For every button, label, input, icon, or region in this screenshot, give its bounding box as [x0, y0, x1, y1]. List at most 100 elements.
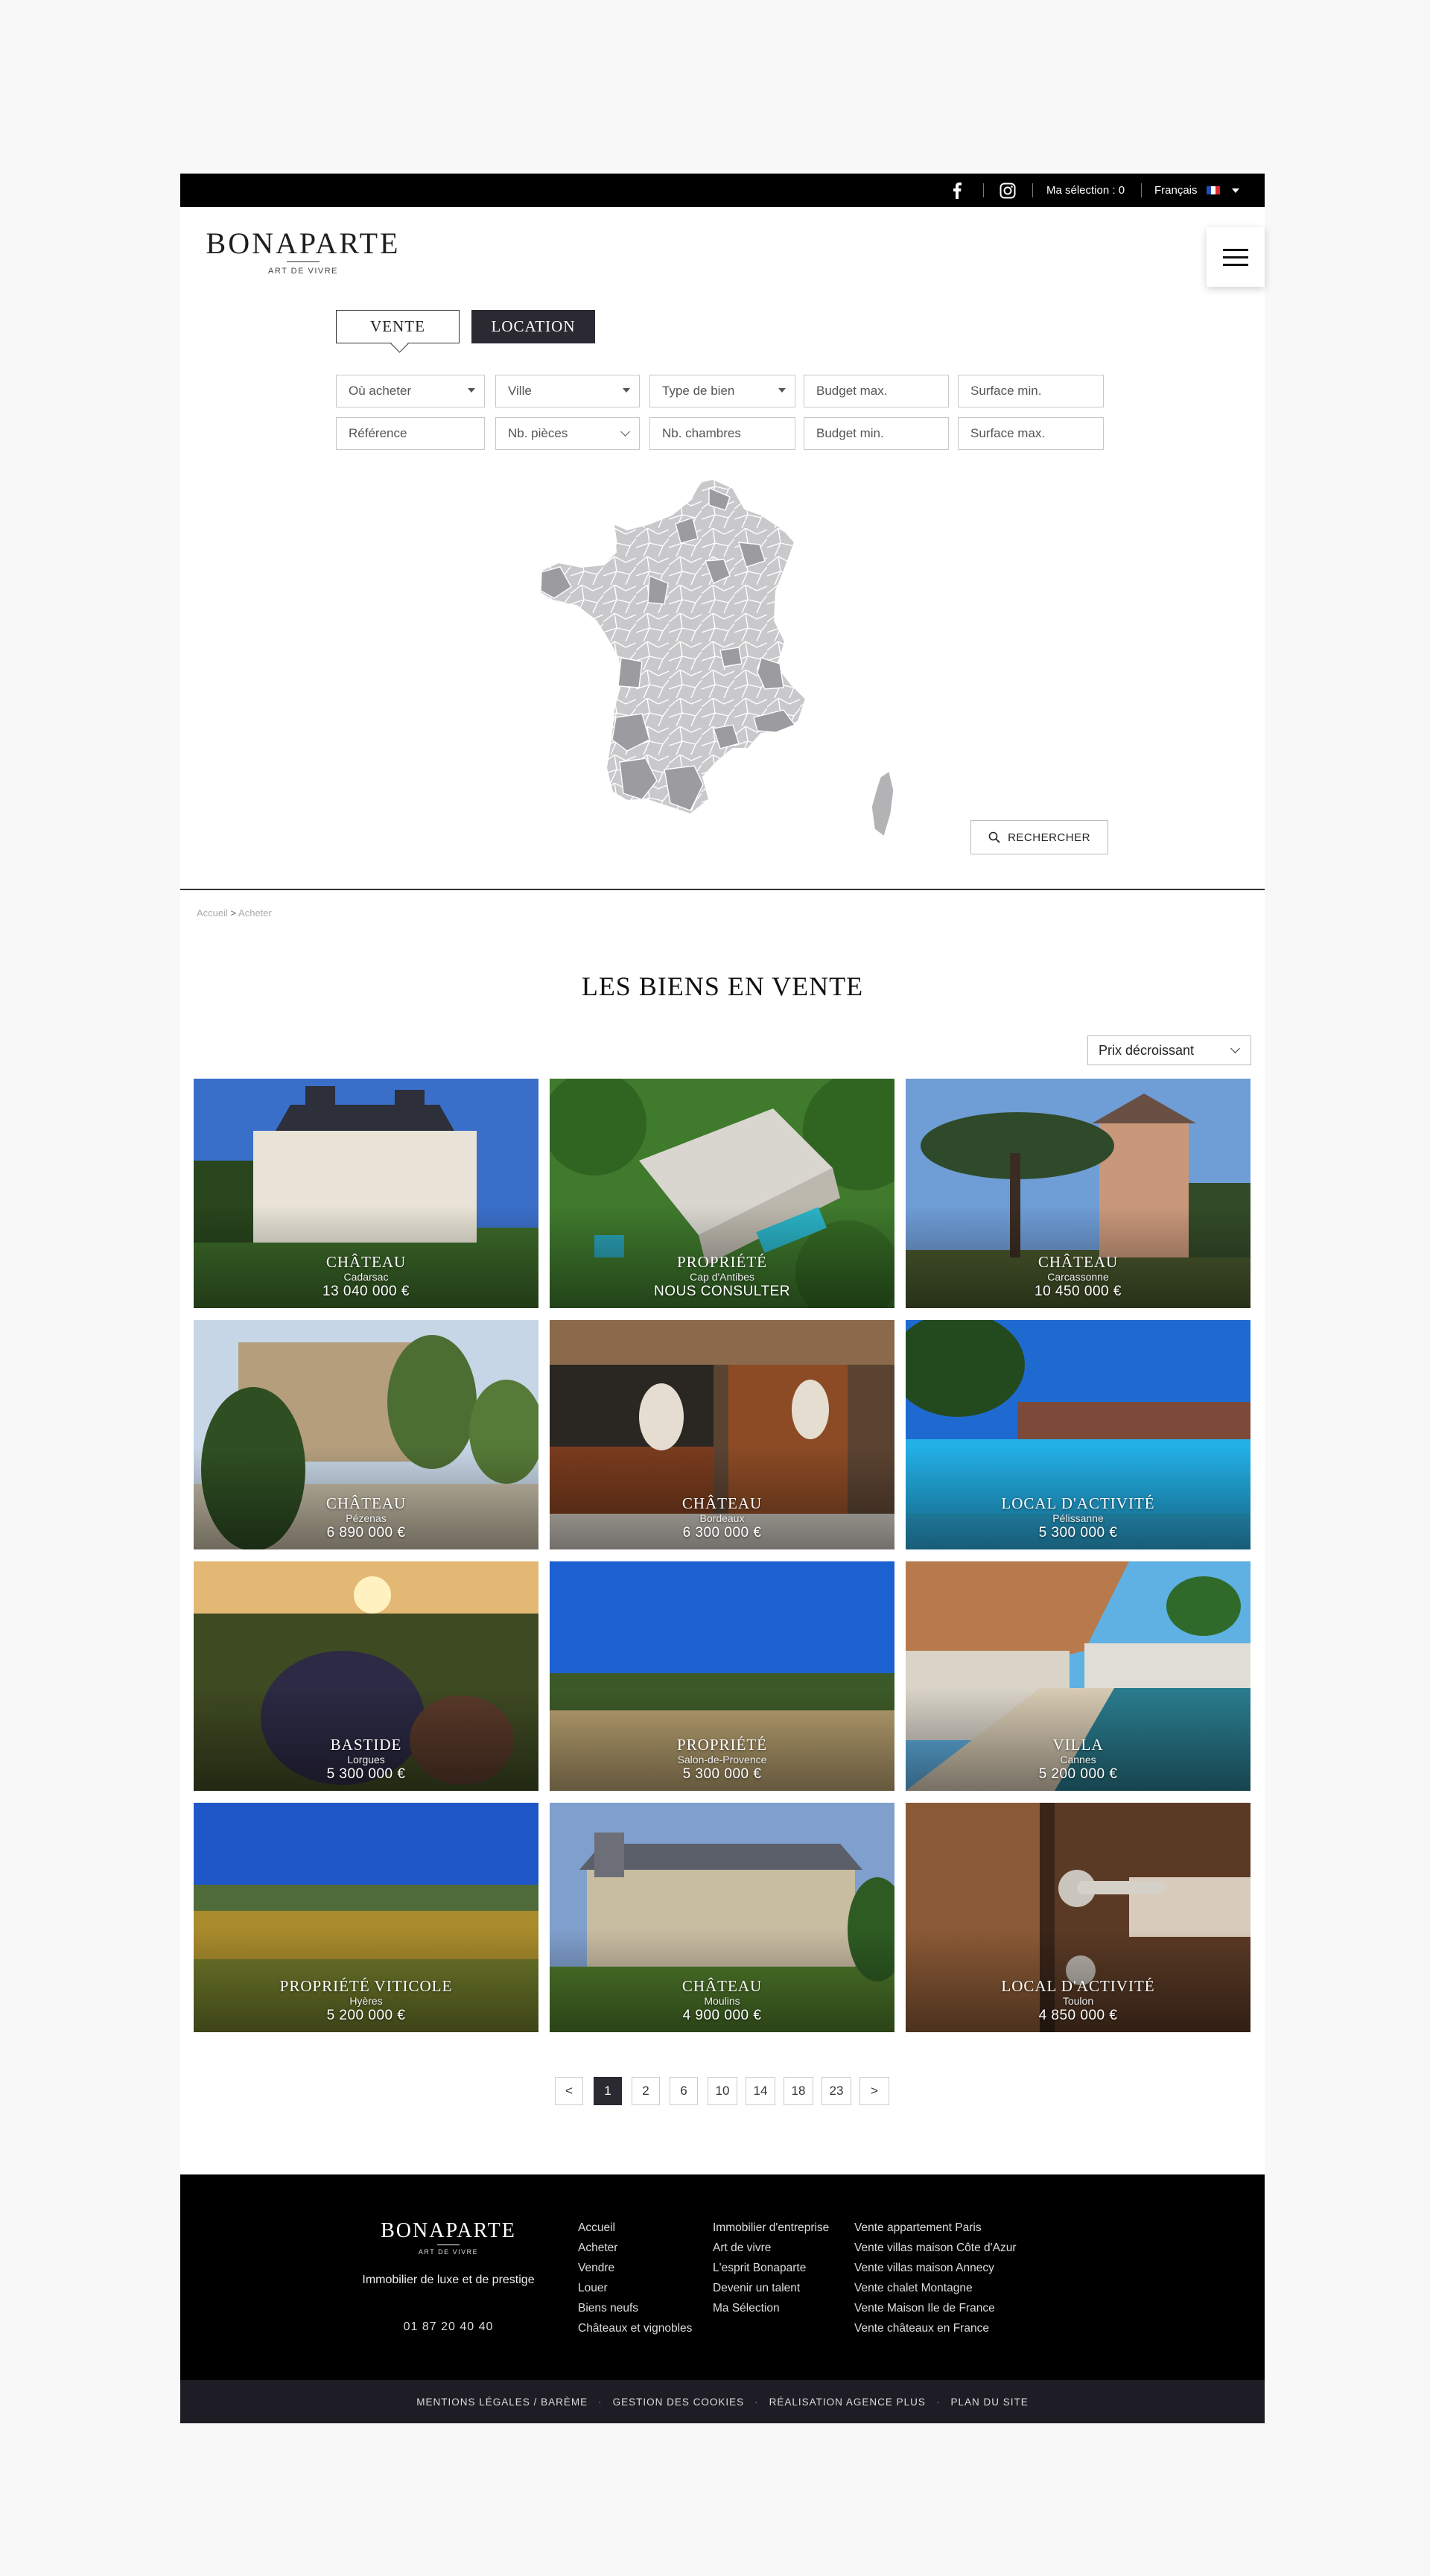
footer-link[interactable]: Louer [578, 2278, 692, 2298]
listing-card[interactable]: CHÂTEAU Pézenas 6 890 000 € [194, 1320, 538, 1549]
footer-logo[interactable]: BONAPARTE ART DE VIVRE [359, 2219, 538, 2256]
footer-link[interactable]: Vente appartement Paris [854, 2218, 1016, 2238]
footer-link[interactable]: Art de vivre [713, 2238, 829, 2258]
sort-label: Prix décroissant [1099, 1042, 1195, 1058]
footer-link[interactable]: Châteaux et vignobles [578, 2318, 692, 2338]
rooms-select[interactable]: Nb. pièces [495, 417, 640, 450]
footer-link[interactable]: Vente châteaux en France [854, 2318, 1016, 2338]
pagination-page[interactable]: 10 [708, 2077, 737, 2105]
section-divider [180, 889, 1265, 890]
surface-max-input[interactable]: Surface max. [958, 417, 1104, 450]
footer-link[interactable]: Biens neufs [578, 2298, 692, 2318]
listing-city: Pélissanne [1052, 1512, 1104, 1524]
selection-link[interactable]: Ma sélection : 0 [1046, 174, 1125, 207]
footer-link[interactable]: Accueil [578, 2218, 692, 2238]
budget-min-input[interactable]: Budget min. [804, 417, 949, 450]
pagination-page[interactable]: 18 [784, 2077, 813, 2105]
pagination-page[interactable]: 14 [746, 2077, 775, 2105]
property-type-select[interactable]: Type de bien [649, 375, 795, 407]
footer-link[interactable]: Devenir un talent [713, 2278, 829, 2298]
breadcrumb-current[interactable]: Acheter [238, 907, 272, 919]
listing-price: 4 850 000 € [1038, 2008, 1118, 2023]
footer-link[interactable]: Acheter [578, 2238, 692, 2258]
listing-city: Salon-de-Provence [677, 1754, 767, 1766]
footer-link[interactable]: Ma Sélection [713, 2298, 829, 2318]
footer-link[interactable]: Vente chalet Montagne [854, 2278, 1016, 2298]
footer-link[interactable]: L'esprit Bonaparte [713, 2258, 829, 2278]
breadcrumb-home[interactable]: Accueil [197, 907, 228, 919]
listing-price: 13 040 000 € [322, 1284, 410, 1299]
page-container: Ma sélection : 0 Français BONAPARTE ART … [180, 174, 1265, 2423]
footer-link[interactable]: Immobilier d'entreprise [713, 2218, 829, 2238]
listing-city: Lorgues [347, 1754, 385, 1766]
footer-link[interactable]: Vente Maison Ile de France [854, 2298, 1016, 2318]
where-to-buy-label: Où acheter [349, 384, 412, 398]
listing-card[interactable]: PROPRIÉTÉ VITICOLE Hyères 5 200 000 € [194, 1803, 538, 2032]
budget-max-input[interactable]: Budget max. [804, 375, 949, 407]
brand-logo[interactable]: BONAPARTE ART DE VIVRE [199, 227, 407, 276]
chevron-down-icon [1230, 1044, 1240, 1053]
listing-price: 4 900 000 € [682, 2008, 762, 2023]
footer-col-1: Accueil Acheter Vendre Louer Biens neufs… [578, 2218, 692, 2338]
listing-card[interactable]: LOCAL D'ACTIVITÉ Toulon 4 850 000 € [906, 1803, 1251, 2032]
pagination-page[interactable]: 1 [594, 2077, 622, 2105]
listing-type: PROPRIÉTÉ VITICOLE [279, 1977, 453, 1995]
footer-col-2: Immobilier d'entreprise Art de vivre L'e… [713, 2218, 829, 2318]
footer-link[interactable]: Vente villas maison Côte d'Azur [854, 2238, 1016, 2258]
cookies-link[interactable]: GESTION DES COOKIES [613, 2396, 745, 2408]
listing-type: LOCAL D'ACTIVITÉ [1001, 1977, 1155, 1995]
page-title: LES BIENS EN VENTE [581, 971, 864, 1001]
listing-city: Carcassonne [1047, 1271, 1109, 1283]
pagination-page[interactable]: 23 [822, 2077, 851, 2105]
chevron-down-icon [620, 427, 630, 437]
bedrooms-input[interactable]: Nb. chambres [649, 417, 795, 450]
language-selector[interactable]: Français [1154, 174, 1239, 207]
legal-bar: MENTIONS LÉGALES / BARÈME · GESTION DES … [180, 2380, 1265, 2423]
listing-city: Cap d'Antibes [690, 1271, 754, 1283]
caret-down-icon [1231, 188, 1239, 193]
menu-icon[interactable] [1207, 227, 1265, 287]
pagination-prev[interactable]: < [555, 2077, 583, 2105]
language-label: Français [1154, 184, 1198, 197]
france-map[interactable] [538, 472, 910, 851]
footer: BONAPARTE ART DE VIVRE Immobilier de lux… [180, 2174, 1265, 2380]
rooms-label: Nb. pièces [508, 426, 568, 440]
listing-card[interactable]: BASTIDE Lorgues 5 300 000 € [194, 1561, 538, 1791]
where-to-buy-select[interactable]: Où acheter [336, 375, 485, 407]
facebook-icon[interactable] [953, 174, 962, 207]
instagram-icon[interactable] [1000, 174, 1016, 207]
pagination-page[interactable]: 6 [670, 2077, 698, 2105]
footer-col-3: Vente appartement Paris Vente villas mai… [854, 2218, 1016, 2338]
listing-price: 6 890 000 € [326, 1525, 406, 1541]
city-select[interactable]: Ville [495, 375, 640, 407]
top-bar: Ma sélection : 0 Français [180, 174, 1265, 207]
listing-card[interactable]: CHÂTEAU Carcassonne 10 450 000 € [906, 1079, 1251, 1308]
listing-card[interactable]: VILLA Cannes 5 200 000 € [906, 1561, 1251, 1791]
property-type-label: Type de bien [662, 384, 735, 398]
agency-link[interactable]: RÉALISATION AGENCE PLUS [769, 2396, 926, 2408]
search-button-label: RECHERCHER [1008, 831, 1090, 844]
search-button[interactable]: RECHERCHER [970, 820, 1108, 854]
listing-type: CHÂTEAU [325, 1253, 407, 1271]
listing-card[interactable]: CHÂTEAU Bordeaux 6 300 000 € [550, 1320, 894, 1549]
surface-min-input[interactable]: Surface min. [958, 375, 1104, 407]
listing-card[interactable]: LOCAL D'ACTIVITÉ Pélissanne 5 300 000 € [906, 1320, 1251, 1549]
footer-brand-name: BONAPARTE [381, 2219, 516, 2242]
listing-card[interactable]: PROPRIÉTÉ Cap d'Antibes NOUS CONSULTER [550, 1079, 894, 1308]
listing-card[interactable]: CHÂTEAU Cadarsac 13 040 000 € [194, 1079, 538, 1308]
legal-link[interactable]: MENTIONS LÉGALES / BARÈME [416, 2396, 588, 2408]
listing-card[interactable]: PROPRIÉTÉ Salon-de-Provence 5 300 000 € [550, 1561, 894, 1791]
tab-vente[interactable]: VENTE [336, 310, 460, 343]
footer-phone[interactable]: 01 87 20 40 40 [359, 2320, 538, 2334]
footer-link[interactable]: Vendre [578, 2258, 692, 2278]
corsica-shape [871, 770, 894, 838]
sitemap-link[interactable]: PLAN DU SITE [950, 2396, 1028, 2408]
pagination-page[interactable]: 2 [632, 2077, 660, 2105]
listing-card[interactable]: CHÂTEAU Moulins 4 900 000 € [550, 1803, 894, 2032]
reference-input[interactable]: Référence [336, 417, 485, 450]
pagination-next[interactable]: > [859, 2077, 889, 2105]
footer-link[interactable]: Vente villas maison Annecy [854, 2258, 1016, 2278]
brand-tagline: ART DE VIVRE [267, 267, 338, 276]
tab-location[interactable]: LOCATION [471, 310, 595, 343]
sort-select[interactable]: Prix décroissant [1087, 1035, 1251, 1065]
